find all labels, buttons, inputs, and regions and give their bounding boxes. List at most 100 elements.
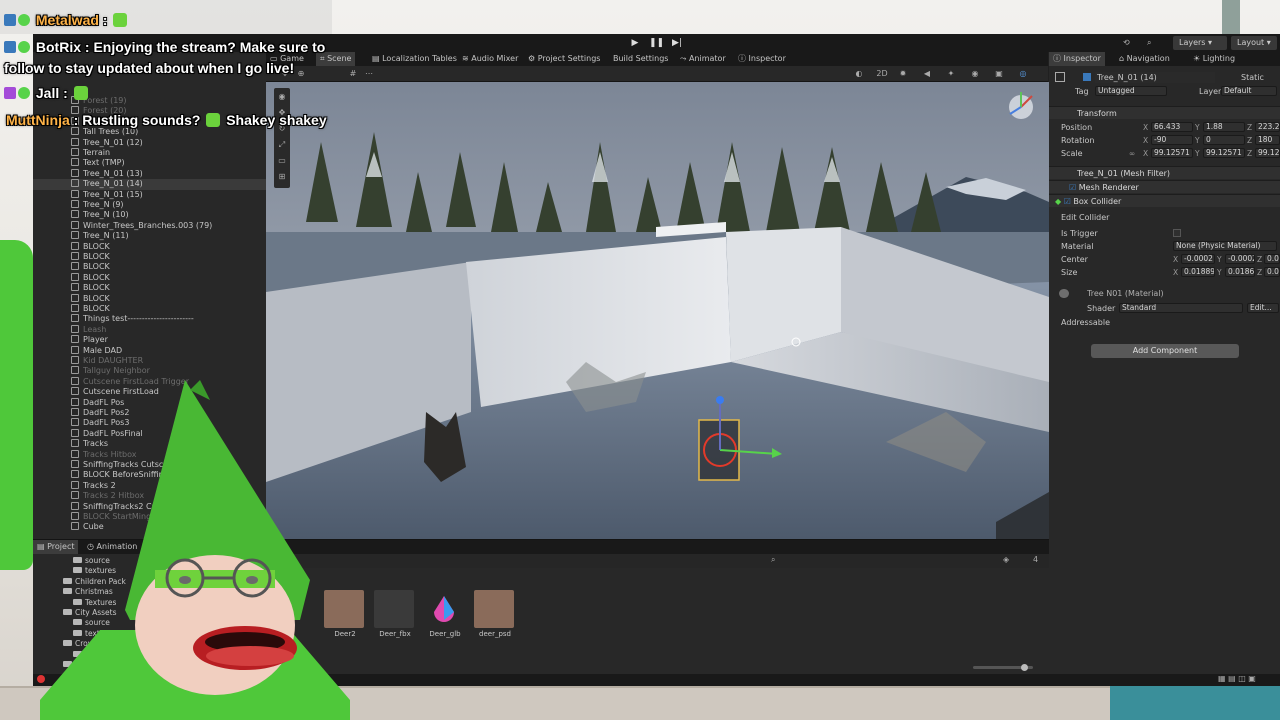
pos-z-field[interactable]: 223.227	[1255, 122, 1280, 132]
scale-tool-icon[interactable]: ⤢	[277, 140, 287, 150]
status-icons[interactable]: ▦ ▤ ◫ ▣	[1218, 674, 1256, 683]
tab-inspector-panel[interactable]: ⓘ Inspector	[1049, 52, 1105, 66]
rot-z-field[interactable]: 180	[1255, 135, 1280, 145]
effects-icon[interactable]: ✦	[946, 69, 956, 79]
asset-tile[interactable]: deer_psd	[470, 584, 520, 644]
material-section-header[interactable]: Tree N01 (Material)	[1049, 288, 1280, 299]
shader-dropdown[interactable]: Standard	[1119, 303, 1243, 313]
filter-icon[interactable]: ◈	[1003, 555, 1009, 564]
hierarchy-item[interactable]: BLOCK	[33, 272, 266, 283]
rot-x-field[interactable]: -90	[1151, 135, 1193, 145]
center-y-field[interactable]: -0.0002	[1225, 254, 1255, 264]
hierarchy-item[interactable]: Tree_N_01 (15)	[33, 189, 266, 200]
hierarchy-item[interactable]: BLOCK	[33, 262, 266, 272]
step-icon[interactable]: ▶|	[670, 37, 684, 49]
layout-dropdown[interactable]: Layout ▾	[1231, 36, 1277, 50]
active-checkbox[interactable]	[1083, 73, 1091, 81]
layer-dropdown[interactable]: Default	[1221, 86, 1277, 96]
hierarchy-item-label: BLOCK	[83, 262, 110, 272]
hierarchy-item[interactable]: BLOCK	[33, 293, 266, 304]
add-component-button[interactable]: Add Component	[1091, 344, 1239, 358]
hierarchy-item[interactable]: BLOCK	[33, 283, 266, 293]
chat-message-1: Metalwad :	[4, 12, 129, 28]
rot-y-field[interactable]: 0	[1203, 135, 1245, 145]
is-trigger-checkbox[interactable]	[1173, 229, 1181, 237]
shader-edit-button[interactable]: Edit...	[1247, 303, 1279, 313]
addressable-row[interactable]: Addressable	[1049, 317, 1280, 328]
search-icon[interactable]: ⌕	[1147, 36, 1151, 50]
size-y-field[interactable]: 0.01869	[1225, 267, 1255, 277]
tab-lighting[interactable]: ☀ Lighting	[1189, 52, 1239, 66]
link-icon[interactable]: ∞	[1129, 148, 1135, 159]
tab-project-settings[interactable]: ⚙ Project Settings	[524, 52, 604, 66]
hierarchy-item[interactable]: Tree_N_01 (13)	[33, 168, 266, 179]
asset-tile[interactable]: Deer_fbx	[370, 584, 420, 644]
shading-mode-icon[interactable]: ◐	[854, 69, 864, 79]
history-icon[interactable]: ⟲	[1123, 36, 1130, 50]
zoom-slider[interactable]	[973, 664, 1033, 671]
hierarchy-item[interactable]: BLOCK	[33, 241, 266, 252]
scale-x-field[interactable]: 99.12571	[1151, 148, 1193, 158]
tab-navigation[interactable]: ⌂ Navigation	[1115, 52, 1174, 66]
audio-icon[interactable]: ◀	[922, 69, 932, 79]
mesh-renderer-header[interactable]: ☑ Mesh Renderer	[1049, 180, 1280, 193]
edit-collider-row[interactable]: Edit Collider	[1049, 212, 1280, 223]
play-icon[interactable]: ▶	[628, 37, 642, 49]
lighting-icon[interactable]: ✹	[898, 69, 908, 79]
hierarchy-item[interactable]: Tallguy Neighbor	[33, 366, 266, 376]
tab-audio-mixer[interactable]: ≋ Audio Mixer	[458, 52, 522, 66]
scale-y-field[interactable]: 99.12571	[1203, 148, 1245, 158]
gizmos-icon[interactable]: ◎	[1018, 69, 1028, 79]
hierarchy-item[interactable]: Tree_N_01 (14)	[33, 179, 266, 190]
mode-2d-toggle[interactable]: 2D	[874, 69, 890, 79]
tab-localization-tables[interactable]: ▤ Localization Tables	[368, 52, 461, 66]
layer-label: Layer	[1199, 87, 1222, 96]
hierarchy-item[interactable]: Text (TMP)	[33, 158, 266, 168]
asset-tile[interactable]: Deer_glb	[420, 584, 470, 644]
hierarchy-item[interactable]: Tree_N (9)	[33, 200, 266, 210]
scale-z-field[interactable]: 99.12571	[1255, 148, 1280, 158]
hierarchy-item[interactable]: BLOCK	[33, 304, 266, 314]
center-z-field[interactable]: 0.00239	[1264, 254, 1280, 264]
size-z-field[interactable]: 0.02338	[1264, 267, 1280, 277]
tab-animator[interactable]: ⤳ Animator	[676, 52, 730, 66]
hierarchy-item[interactable]: Tree_N (11)	[33, 231, 266, 241]
pos-x-field[interactable]: 66.433	[1151, 122, 1193, 132]
object-name-field[interactable]: Tree_N_01 (14)	[1095, 72, 1215, 83]
tab-build-settings[interactable]: Build Settings	[609, 52, 672, 66]
visibility-icon[interactable]: ◉	[970, 69, 980, 79]
hierarchy-item[interactable]: Winter_Trees_Branches.003 (79)	[33, 220, 266, 231]
snap-icon[interactable]: ⋯	[364, 69, 374, 79]
transform-tool-icon[interactable]: ⊞	[277, 172, 287, 182]
hierarchy-item-label: Things test-----------------------	[83, 314, 194, 324]
hierarchy-item[interactable]: Things test-----------------------	[33, 314, 266, 324]
hierarchy-item[interactable]: Kid DAUGHTER	[33, 356, 266, 366]
center-x-field[interactable]: -0.0002	[1181, 254, 1215, 264]
grid-icon[interactable]: #	[348, 69, 358, 79]
transform-header[interactable]: Transform	[1049, 106, 1280, 119]
rect-tool-icon[interactable]: ▭	[277, 156, 287, 166]
scene-viewport[interactable]: ◉ ✥ ↻ ⤢ ▭ ⊞	[266, 82, 1049, 539]
size-row: Size X0.01889 Y0.01869 Z0.02338	[1061, 267, 1280, 277]
pos-y-field[interactable]: 1.88	[1203, 122, 1245, 132]
hierarchy-item[interactable]: Leash	[33, 324, 266, 335]
layers-dropdown[interactable]: Layers ▾	[1173, 36, 1227, 50]
tab-inspector[interactable]: ⓘ Inspector	[734, 52, 790, 66]
hierarchy-item[interactable]: Tree_N (10)	[33, 210, 266, 220]
zoom-slider-handle[interactable]	[1021, 664, 1028, 671]
hierarchy-item-label: BLOCK	[83, 252, 110, 261]
mesh-filter-header[interactable]: Tree_N_01 (Mesh Filter)	[1049, 166, 1280, 179]
project-search-icon[interactable]: ⌕	[771, 555, 775, 565]
camera-icon[interactable]: ▣	[994, 69, 1004, 79]
hierarchy-item[interactable]: Tree_N_01 (12)	[33, 137, 266, 148]
hierarchy-item[interactable]: Male DAD	[33, 345, 266, 356]
pause-icon[interactable]: ❚❚	[649, 37, 664, 49]
static-toggle[interactable]: Static	[1241, 72, 1264, 83]
hierarchy-item[interactable]: Terrain	[33, 148, 266, 158]
size-x-field[interactable]: 0.01889	[1181, 267, 1215, 277]
material-field[interactable]: None (Physic Material)	[1173, 241, 1277, 251]
hierarchy-item[interactable]: BLOCK	[33, 252, 266, 262]
hierarchy-item[interactable]: Player	[33, 335, 266, 345]
box-collider-header[interactable]: ◆ ☑ Box Collider	[1049, 194, 1280, 207]
tag-dropdown[interactable]: Untagged	[1095, 86, 1167, 96]
